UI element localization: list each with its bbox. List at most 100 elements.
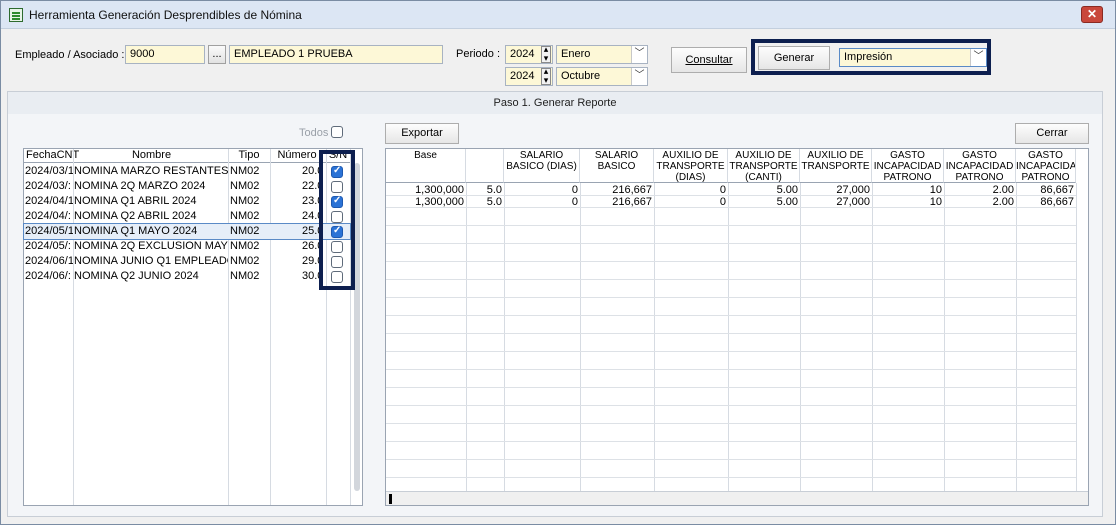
horizontal-scrollbar[interactable] xyxy=(386,491,1088,505)
cell-salario: 216,667 xyxy=(612,184,652,196)
grid-divider xyxy=(504,183,505,495)
employee-name-field: EMPLEADO 1 PRUEBA xyxy=(229,45,443,64)
main-window: Herramienta Generación Desprendibles de … xyxy=(0,0,1116,525)
row-tipo: NM02 xyxy=(230,195,260,207)
employee-lookup-button[interactable]: ... xyxy=(208,45,226,64)
select-all-checkbox[interactable] xyxy=(331,126,343,138)
period-from-year-value: 2024 xyxy=(510,48,535,60)
row-tipo: NM02 xyxy=(230,255,260,267)
row-tipo: NM02 xyxy=(230,165,260,177)
cell-days: 5.0 xyxy=(486,184,502,196)
payroll-row[interactable]: 2024/04/: NOMINA Q2 ABRIL 2024 NM02 24.0 xyxy=(24,209,350,224)
row-tipo: NM02 xyxy=(230,270,260,282)
todos-label: Todos xyxy=(299,127,329,139)
row-tipo: NM02 xyxy=(230,240,260,252)
cell-base: 1,300,000 xyxy=(415,184,464,196)
payroll-row[interactable]: 2024/03/1 NOMINA MARZO RESTANTES NM02 20… xyxy=(24,164,350,179)
grid-divider xyxy=(1016,183,1017,495)
cell-gasto-3: 86,667 xyxy=(1040,196,1074,208)
row-line xyxy=(386,279,1076,280)
app-icon xyxy=(9,8,23,22)
col-gasto-3: GASTO INCAPACIDAD PATRONO xyxy=(1016,149,1076,183)
period-from-year[interactable]: 2024 xyxy=(505,45,553,64)
title-bar: Herramienta Generación Desprendibles de … xyxy=(1,1,1115,29)
grid-divider xyxy=(800,183,801,495)
cell-base: 1,300,000 xyxy=(415,196,464,208)
row-line xyxy=(386,261,1076,262)
cerrar-button[interactable]: Cerrar xyxy=(1015,123,1089,144)
row-line xyxy=(386,441,1076,442)
cell-aux-canti: 5.00 xyxy=(776,184,798,196)
col-blank xyxy=(466,149,504,183)
row-nombre: NOMINA Q2 ABRIL 2024 xyxy=(74,210,197,222)
grid-divider xyxy=(466,183,467,495)
row-nombre: NOMINA 2Q EXCLUSION MAYO xyxy=(74,240,228,252)
generar-button[interactable]: Generar xyxy=(758,46,830,70)
row-fecha: 2024/03/1 xyxy=(25,165,73,177)
payroll-row[interactable]: 2024/04/1 NOMINA Q1 ABRIL 2024 NM02 23.0 xyxy=(24,194,350,209)
year-spin-icon[interactable] xyxy=(541,68,551,85)
row-tipo: NM02 xyxy=(230,210,260,222)
row-fecha: 2024/05/1 xyxy=(25,225,73,237)
col-aux-canti: AUXILIO DE TRANSPORTE (CANTI) xyxy=(728,149,800,183)
consultar-button[interactable]: Consultar xyxy=(671,47,747,73)
row-line xyxy=(386,243,1076,244)
output-type-select[interactable]: Impresión ﹀ xyxy=(839,48,987,67)
row-nombre: NOMINA Q1 MAYO 2024 xyxy=(74,225,198,237)
row-nombre: NOMINA Q2 JUNIO 2024 xyxy=(74,270,199,282)
row-fecha: 2024/03/: xyxy=(25,180,71,192)
cell-days: 5.0 xyxy=(486,196,502,208)
employee-code-field[interactable]: 9000 xyxy=(125,45,205,64)
col-salario-dias: SALARIO BASICO (DIAS) xyxy=(504,149,580,183)
cell-salario: 216,667 xyxy=(612,196,652,208)
row-line xyxy=(386,315,1076,316)
col-aux: AUXILIO DE TRANSPORTE xyxy=(800,149,872,183)
period-from-month-select[interactable]: Enero ﹀ xyxy=(556,45,648,64)
period-to-month-select[interactable]: Octubre ﹀ xyxy=(556,67,648,86)
col-fecha: FechaCNT xyxy=(26,149,80,161)
row-line xyxy=(386,459,1076,460)
window-title: Herramienta Generación Desprendibles de … xyxy=(29,8,302,22)
scroll-cursor-icon xyxy=(389,494,392,504)
payroll-row[interactable]: 2024/05/: NOMINA 2Q EXCLUSION MAYO NM02 … xyxy=(24,239,350,254)
grid-divider xyxy=(1076,183,1077,495)
col-nombre: Nombre xyxy=(131,149,172,161)
period-to-year[interactable]: 2024 xyxy=(505,67,553,86)
cell-salario-dias: 0 xyxy=(571,196,578,208)
col-gasto-2: GASTO INCAPACIDAD PATRONO xyxy=(944,149,1016,183)
payroll-row[interactable]: 2024/03/: NOMINA 2Q MARZO 2024 NM02 22.0 xyxy=(24,179,350,194)
payroll-row[interactable]: 2024/06/: NOMINA Q2 JUNIO 2024 NM02 30.0 xyxy=(24,269,350,284)
export-button[interactable]: Exportar xyxy=(385,123,459,144)
grid-divider xyxy=(728,183,729,495)
row-fecha: 2024/04/1 xyxy=(25,195,73,207)
row-fecha: 2024/05/: xyxy=(25,240,71,252)
step-title: Paso 1. Generar Reporte xyxy=(8,92,1102,114)
period-from-month-value: Enero xyxy=(561,48,591,60)
row-fecha: 2024/06/: xyxy=(25,270,71,282)
row-fecha: 2024/04/: xyxy=(25,210,71,222)
chevron-down-icon[interactable]: ﹀ xyxy=(631,68,647,85)
period-label: Periodo : xyxy=(456,48,501,60)
grid-divider xyxy=(872,183,873,495)
col-aux-dias: AUXILIO DE TRANSPORTE (DIAS) xyxy=(654,149,728,183)
close-window-button[interactable]: ✕ xyxy=(1081,6,1103,23)
cell-aux-dias: 0 xyxy=(719,184,726,196)
payroll-row[interactable]: 2024/06/1 NOMINA JUNIO Q1 EMPLEADO 9 NM0… xyxy=(24,254,350,269)
col-base: Base xyxy=(386,149,466,183)
row-fecha: 2024/06/1 xyxy=(25,255,73,267)
cell-gasto-1: 10 xyxy=(929,196,942,208)
payroll-row[interactable]: 2024/05/1 NOMINA Q1 MAYO 2024 NM02 25.0 xyxy=(23,223,351,240)
year-spin-icon[interactable] xyxy=(541,46,551,63)
cell-aux-dias: 0 xyxy=(719,196,726,208)
row-nombre: NOMINA Q1 ABRIL 2024 xyxy=(74,195,197,207)
chevron-down-icon[interactable]: ﹀ xyxy=(631,46,647,63)
row-nombre: NOMINA JUNIO Q1 EMPLEADO 9 xyxy=(74,255,228,267)
grid-divider xyxy=(944,183,945,495)
row-line xyxy=(386,369,1076,370)
payroll-list-grid: FechaCNT Nombre Tipo Número S/N 2024/03/… xyxy=(23,148,363,506)
row-line xyxy=(386,297,1076,298)
cell-gasto-2: 2.00 xyxy=(992,196,1014,208)
chevron-down-icon[interactable]: ﹀ xyxy=(970,49,986,66)
grid-divider xyxy=(654,183,655,495)
row-line xyxy=(386,387,1076,388)
